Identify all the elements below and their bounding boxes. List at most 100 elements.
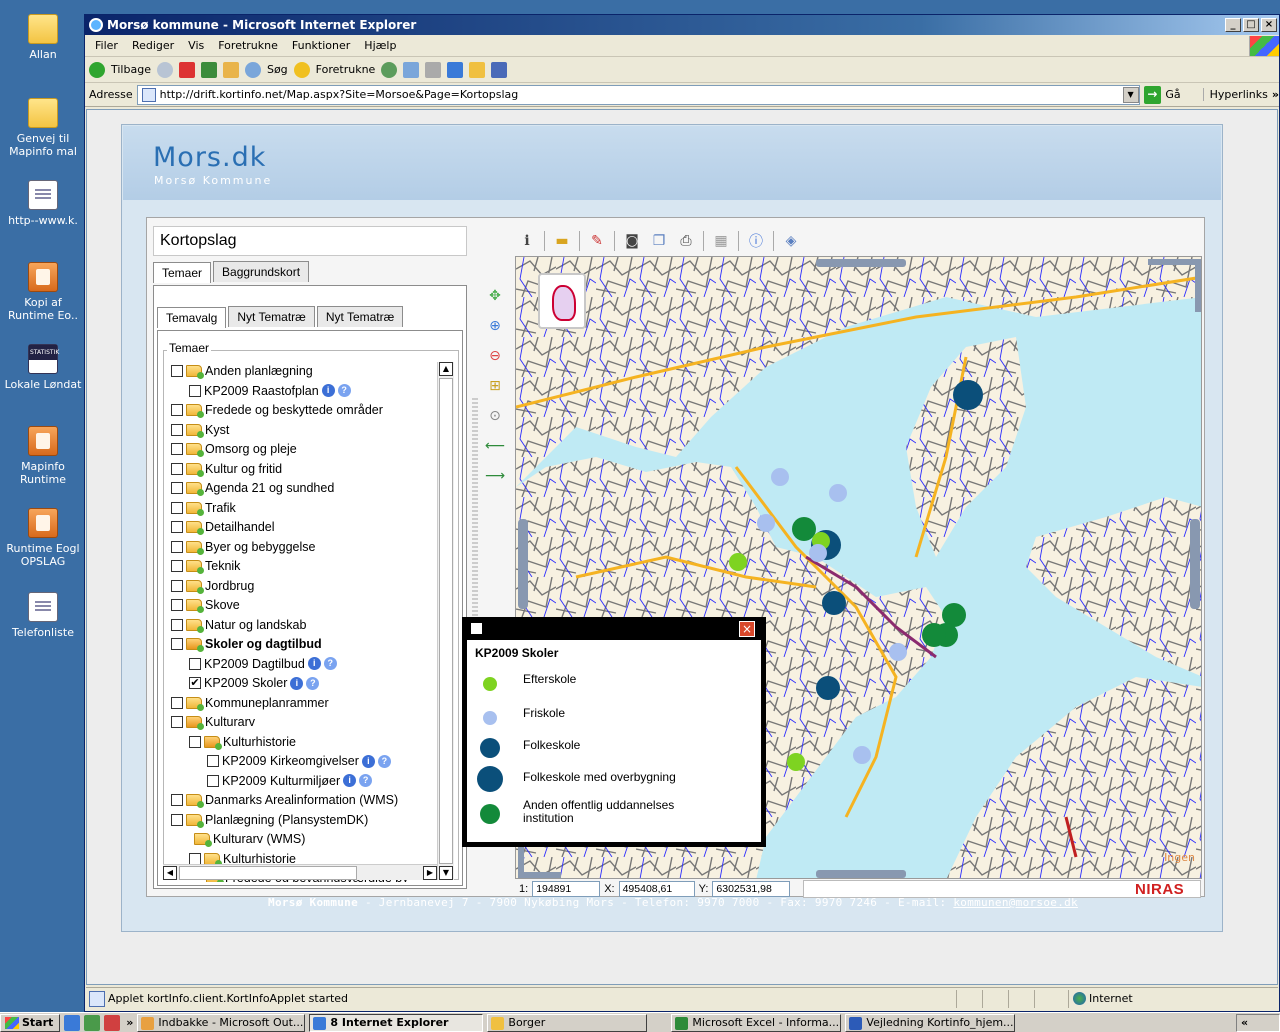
layer-help-icon[interactable]: ? [337, 384, 351, 397]
checkbox[interactable] [171, 696, 183, 709]
legend-window[interactable]: × KP2009 Skoler Efterskole Friskole Folkes… [462, 617, 766, 847]
checkbox[interactable] [207, 755, 219, 767]
layer-help-icon[interactable]: ? [377, 754, 391, 768]
checkbox[interactable] [171, 560, 183, 572]
tab-baggrundskort[interactable]: Baggrundskort [213, 261, 310, 282]
school-marker[interactable] [829, 484, 847, 502]
previous-view-icon[interactable]: ⟵ [485, 436, 505, 456]
legend-titlebar[interactable]: × [463, 618, 765, 638]
tree-item[interactable]: Byer og bebyggelse [171, 538, 316, 556]
school-marker[interactable] [953, 380, 983, 410]
next-view-icon[interactable]: ⟶ [485, 466, 505, 486]
checkbox[interactable] [171, 540, 183, 553]
tree-item[interactable]: Kulturarv [171, 713, 255, 731]
close-button[interactable]: × [1261, 18, 1277, 32]
chevron-right-icon[interactable]: » [126, 1016, 133, 1029]
checkbox[interactable] [171, 716, 183, 728]
taskbar-button[interactable]: Microsoft Excel - Informa... [671, 1013, 842, 1032]
mail-icon[interactable] [403, 61, 420, 78]
menu-item-3[interactable]: Foretrukne [212, 39, 286, 52]
checkbox[interactable] [171, 423, 183, 436]
ie-quicklaunch-icon[interactable] [64, 1014, 81, 1031]
layer-info-icon[interactable]: i [361, 754, 375, 768]
scroll-up-icon[interactable]: ▲ [439, 362, 453, 376]
site-logo[interactable]: Mors.dk [153, 142, 266, 173]
x-coordinate-field[interactable]: 495408,61 [618, 881, 695, 897]
folder-icon[interactable] [469, 61, 486, 78]
taskbar-button[interactable]: Indbakke - Microsoft Out... [137, 1013, 306, 1032]
tree-item[interactable]: KP2009 Dagtilbud i? [189, 655, 337, 673]
desktop-icon[interactable]: Lokale Løndat [4, 344, 82, 391]
binoculars-icon[interactable]: ◙ [622, 231, 642, 251]
scroll-right-icon[interactable]: ▶ [423, 866, 437, 880]
layer-info-icon[interactable]: i [307, 657, 321, 670]
home-icon[interactable] [222, 61, 239, 78]
search-button[interactable]: Søg [267, 63, 288, 76]
tree-item[interactable]: Teknik [171, 557, 240, 575]
layer-info-icon[interactable]: i [290, 676, 304, 690]
tree-horizontal-scrollbar[interactable]: ◀ ▶ [163, 864, 437, 880]
forward-arrow-icon[interactable] [156, 61, 173, 78]
media-quicklaunch-icon[interactable] [104, 1014, 121, 1031]
menu-item-0[interactable]: Filer [89, 39, 126, 52]
tree-item[interactable]: Planlægning (PlansystemDK) [171, 811, 368, 829]
school-marker[interactable] [809, 544, 827, 562]
tree-item[interactable]: Kulturarv (WMS) [189, 830, 305, 848]
checkbox[interactable] [171, 638, 183, 650]
menu-item-5[interactable]: Hjælp [358, 39, 404, 52]
checkbox[interactable] [171, 365, 183, 377]
address-input[interactable]: http://drift.kortinfo.net/Map.aspx?Site=… [136, 84, 1140, 105]
checkbox[interactable] [171, 794, 183, 806]
zoom-in-icon[interactable]: ⊕ [485, 316, 505, 336]
tree-item[interactable]: Natur og landskab [171, 616, 306, 634]
school-marker[interactable] [822, 591, 846, 615]
start-button[interactable]: Start [0, 1013, 61, 1032]
checkbox[interactable] [189, 657, 201, 670]
go-button[interactable]: Gå [1165, 88, 1180, 101]
back-arrow-icon[interactable] [89, 61, 105, 78]
tree-item[interactable]: Danmarks Arealinformation (WMS) [171, 791, 398, 809]
layer-info-icon[interactable]: i [321, 384, 335, 397]
tree-item[interactable]: Fredede og beskyttede områder [171, 401, 383, 419]
system-tray[interactable]: « [1236, 1013, 1280, 1032]
taskbar-button[interactable]: Vejledning Kortinfo_hjem... [845, 1013, 1016, 1032]
checkbox[interactable] [171, 404, 183, 416]
tree-item[interactable]: Detailhandel [171, 518, 275, 536]
title-bar[interactable]: Morsø kommune - Microsoft Internet Explo… [85, 15, 1279, 35]
tree-item[interactable]: Kyst [171, 421, 229, 439]
legend-close-button[interactable]: × [739, 621, 755, 637]
desktop-icon[interactable]: Kopi af Runtime Eo.. [4, 262, 82, 322]
checkbox[interactable] [171, 482, 183, 494]
desktop-icon[interactable]: http--www.k. [4, 180, 82, 227]
menu-item-2[interactable]: Vis [182, 39, 212, 52]
edit-word-icon[interactable] [447, 61, 464, 78]
back-button[interactable]: Tilbage [111, 63, 151, 76]
print-icon[interactable] [425, 61, 442, 78]
school-marker[interactable] [729, 553, 747, 571]
tree-item[interactable]: Kulturhistorie [189, 733, 296, 751]
tray-expand-icon[interactable]: « [1241, 1016, 1248, 1029]
scroll-thumb[interactable] [439, 378, 453, 864]
address-dropdown-icon[interactable]: ▼ [1122, 86, 1139, 103]
scale-field[interactable]: 194891 [532, 881, 601, 897]
about-info-icon[interactable]: ⓘ [746, 231, 766, 251]
links-button[interactable]: Hyperlinks [1202, 88, 1268, 101]
help-icon[interactable]: ◈ [781, 231, 801, 251]
favorites-button[interactable]: Foretrukne [316, 63, 376, 76]
go-arrow-icon[interactable]: → [1143, 85, 1162, 104]
checkbox[interactable] [171, 501, 183, 514]
tree-item[interactable]: KP2009 Raastofplan i? [189, 382, 351, 400]
search-icon[interactable] [244, 61, 261, 78]
menu-item-4[interactable]: Funktioner [286, 39, 358, 52]
tree-item[interactable]: Agenda 21 og sundhed [171, 479, 334, 497]
tree-item[interactable]: ✔ KP2009 Skoler i? [189, 674, 320, 692]
tree-item[interactable]: Jordbrug [171, 577, 254, 595]
chevron-right-icon[interactable]: » [1272, 88, 1279, 101]
maximize-button[interactable]: □ [1243, 18, 1259, 32]
tree-item[interactable]: Kommuneplanrammer [171, 694, 329, 712]
window-menu-icon[interactable] [471, 623, 482, 634]
scroll-down-icon[interactable]: ▼ [439, 866, 453, 880]
zoom-out-icon[interactable]: ⊖ [485, 346, 505, 366]
stop-icon[interactable] [178, 61, 195, 78]
checkbox[interactable] [171, 599, 183, 611]
